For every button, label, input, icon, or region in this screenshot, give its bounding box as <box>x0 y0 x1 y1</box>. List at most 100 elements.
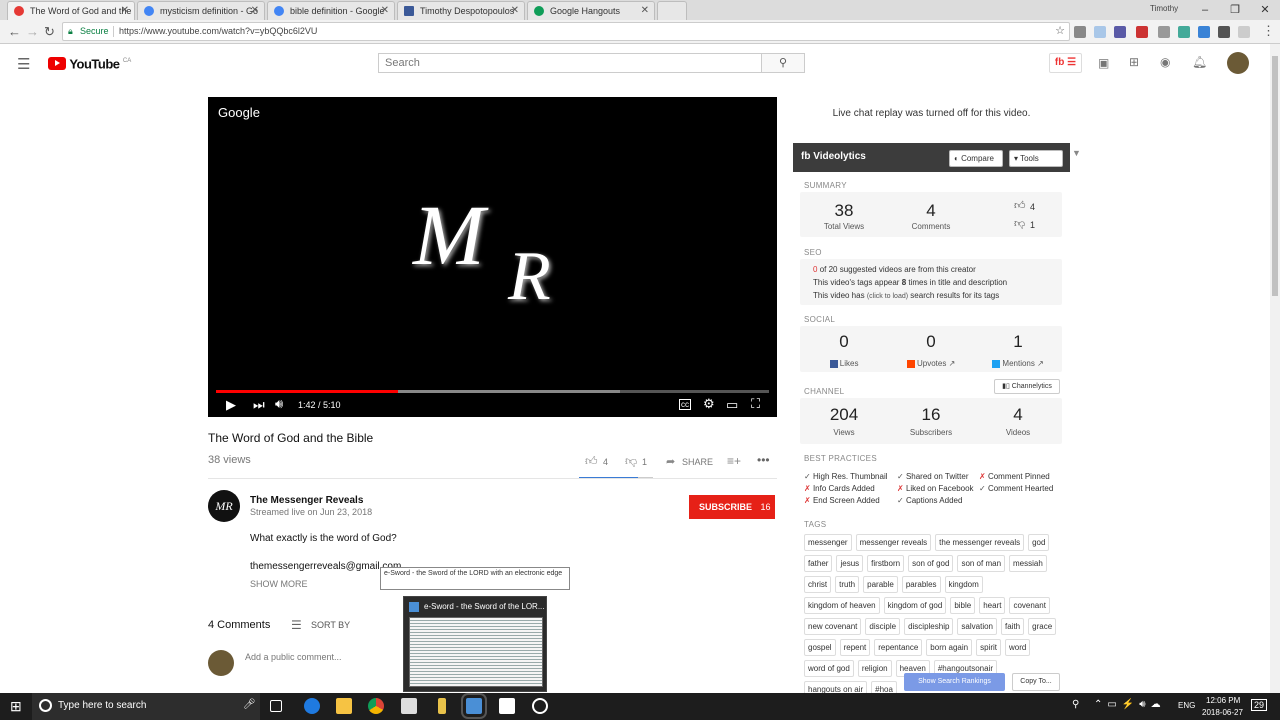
tag-chip[interactable]: religion <box>857 660 892 677</box>
esword-taskbar-icon[interactable] <box>461 693 487 719</box>
close-tab-icon[interactable]: ✕ <box>641 2 649 20</box>
close-window-icon[interactable]: ✕ <box>1250 0 1280 20</box>
tag-chip[interactable]: heart <box>979 597 1006 614</box>
tag-chip[interactable]: new covenant <box>804 618 862 635</box>
video-progress-bar[interactable] <box>216 390 769 393</box>
taskbar-search-box[interactable]: Type here to search 🎤︎ <box>32 693 260 720</box>
external-link-icon[interactable]: ↗ <box>1037 359 1044 368</box>
tag-chip[interactable]: kingdom <box>944 576 983 593</box>
tag-chip[interactable]: parables <box>901 576 941 593</box>
tag-chip[interactable]: salvation <box>957 618 997 635</box>
search-icon[interactable]: ⚲ <box>761 53 805 73</box>
collapse-panel-icon[interactable]: ▼ <box>1072 148 1081 158</box>
next-icon[interactable]: ⏭︎ <box>253 397 265 413</box>
tag-chip[interactable]: word of god <box>804 660 854 677</box>
taskbar-time[interactable]: 12:06 PM <box>1206 696 1240 705</box>
share-icon[interactable]: ➦ <box>666 455 675 468</box>
notification-center-icon[interactable]: 29 <box>1251 699 1268 711</box>
tag-chip[interactable]: bible <box>950 597 976 614</box>
back-icon[interactable]: ← <box>8 24 21 39</box>
extension-cast-icon[interactable] <box>1094 26 1106 38</box>
show-search-rankings-button[interactable]: Show Search Rankings <box>904 673 1005 691</box>
channelytics-button[interactable]: ▮▯ Channelytics <box>994 379 1060 394</box>
add-to-playlist-icon[interactable]: ≡+ <box>727 454 741 468</box>
tag-chip[interactable]: born again <box>926 639 973 656</box>
search-input[interactable]: Search <box>378 53 762 73</box>
share-button[interactable]: SHARE <box>682 457 713 467</box>
bookmark-star-icon[interactable]: ☆ <box>1055 23 1065 40</box>
subscribe-button[interactable]: SUBSCRIBE 16 <box>689 495 775 519</box>
tab-mysticism[interactable]: mysticism definition - Go ✕ <box>137 1 265 20</box>
tag-chip[interactable]: gospel <box>804 639 836 656</box>
theater-mode-icon[interactable]: ▭ <box>726 397 738 413</box>
upload-video-icon[interactable]: ▣ <box>1098 56 1109 70</box>
tools-button[interactable]: ▾ Tools <box>1009 150 1063 167</box>
hamburger-menu-icon[interactable]: ☰ <box>17 55 30 73</box>
taskbar-date[interactable]: 2018-06-27 <box>1202 708 1243 717</box>
channel-avatar[interactable]: MR <box>208 490 240 522</box>
compare-button[interactable]: ◐ Compare <box>949 150 1003 167</box>
tag-chip[interactable]: god <box>1028 534 1050 551</box>
extension-download-icon[interactable] <box>1074 26 1086 38</box>
tag-chip[interactable]: father <box>804 555 833 572</box>
comment-input[interactable]: Add a public comment... <box>245 652 342 662</box>
microphone-icon[interactable]: 🎤︎ <box>243 699 256 710</box>
tag-chip[interactable]: truth <box>835 576 860 593</box>
tag-chip[interactable]: repent <box>839 639 871 656</box>
reload-icon[interactable]: ↻ <box>44 24 55 40</box>
fullscreen-icon[interactable]: ⛶ <box>751 396 760 412</box>
extension-blue-icon[interactable] <box>1198 26 1210 38</box>
mail-icon[interactable] <box>401 698 417 714</box>
close-tab-icon[interactable]: ✕ <box>511 2 519 20</box>
click-to-load-link[interactable]: (click to load) <box>867 293 908 300</box>
clock-app-icon[interactable] <box>532 698 548 714</box>
tag-chip[interactable]: discipleship <box>904 618 954 635</box>
tag-chip[interactable]: christ <box>804 576 832 593</box>
external-link-icon[interactable]: ↗ <box>949 359 956 368</box>
play-icon[interactable]: ▶ <box>226 397 236 413</box>
tag-chip[interactable]: kingdom of god <box>883 597 947 614</box>
notifications-bell-icon[interactable]: 🔔︎ <box>1192 55 1207 69</box>
maximize-icon[interactable]: ❐ <box>1220 0 1250 20</box>
edge-icon[interactable] <box>304 698 320 714</box>
tab-hangouts[interactable]: Google Hangouts ✕ <box>527 1 655 20</box>
file-explorer-icon[interactable] <box>336 698 352 714</box>
tag-chip[interactable]: messiah <box>1009 555 1047 572</box>
tag-chip[interactable]: spirit <box>976 639 1001 656</box>
like-icon[interactable]: 👍︎ <box>585 454 598 469</box>
chrome-menu-icon[interactable]: ⋮ <box>1262 23 1275 39</box>
extension-red-icon[interactable] <box>1136 26 1148 38</box>
apps-grid-icon[interactable]: ⊞ <box>1129 55 1139 69</box>
system-tray-icons[interactable]: ⌃▭⚡🔊︎☁ <box>1094 699 1166 710</box>
youtube-logo[interactable]: YouTube CA <box>48 56 131 71</box>
tag-chip[interactable]: covenant <box>1009 597 1050 614</box>
sort-by-button[interactable]: SORT BY <box>311 620 350 630</box>
tab-bible[interactable]: bible definition - Google ✕ <box>267 1 395 20</box>
volume-icon[interactable]: 🔊︎ <box>275 396 283 412</box>
more-actions-icon[interactable]: ••• <box>757 453 770 467</box>
task-view-icon[interactable] <box>270 700 282 712</box>
extension-light-icon[interactable] <box>1238 26 1250 38</box>
extension-gray-icon[interactable] <box>1158 26 1170 38</box>
tab-facebook[interactable]: Timothy Despotopoulos ✕ <box>397 1 525 20</box>
windows-start-icon[interactable]: ⊞ <box>10 698 22 715</box>
dislike-icon[interactable]: 👎︎ <box>625 454 637 469</box>
tag-chip[interactable]: faith <box>1001 618 1025 635</box>
input-language[interactable]: ENG <box>1178 701 1195 710</box>
tag-chip[interactable]: repentance <box>874 639 923 656</box>
extension-dark-icon[interactable] <box>1218 26 1230 38</box>
copy-to-button[interactable]: Copy To... <box>1012 673 1060 691</box>
settings-gear-icon[interactable]: ⚙ <box>703 396 715 412</box>
chrome-user-name[interactable]: Timothy <box>1150 4 1178 13</box>
tag-chip[interactable]: the messenger reveals <box>935 534 1025 551</box>
pencil-app-icon[interactable] <box>438 698 446 714</box>
tag-chip[interactable]: messenger <box>804 534 852 551</box>
tag-chip[interactable]: firstborn <box>867 555 905 572</box>
address-bar[interactable]: 🔒︎ Secure https://www.youtube.com/watch?… <box>62 22 1070 41</box>
close-tab-icon[interactable]: ✕ <box>121 2 129 20</box>
videolytics-toolbar-button[interactable]: fb ☰ <box>1049 53 1082 73</box>
captions-icon[interactable]: cc <box>679 399 691 410</box>
close-tab-icon[interactable]: ✕ <box>251 2 259 20</box>
extension-onenote-icon[interactable] <box>1114 26 1126 38</box>
notes-app-icon[interactable] <box>499 698 515 714</box>
